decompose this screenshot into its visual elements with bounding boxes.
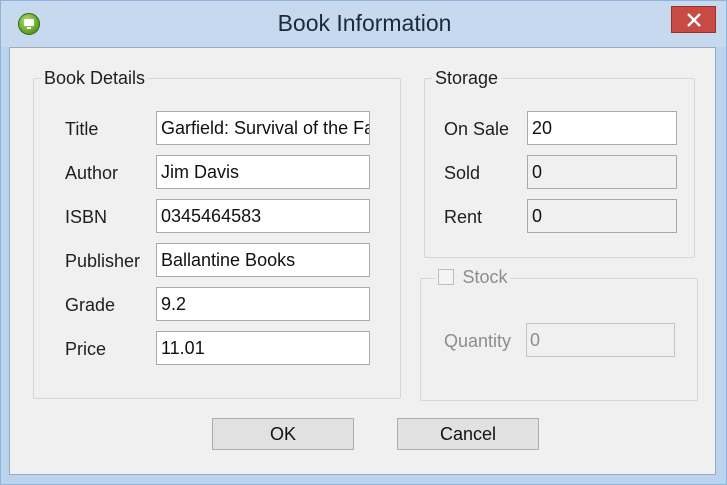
dialog-body: Book Details Title Garfield: Survival of… — [9, 47, 716, 475]
title-field[interactable]: Garfield: Survival of the Fattest — [156, 111, 370, 145]
quantity-field[interactable]: 0 — [526, 323, 675, 357]
rent-field[interactable]: 0 — [527, 199, 677, 233]
publisher-field[interactable]: Ballantine Books — [156, 243, 370, 277]
sold-label: Sold — [444, 163, 481, 183]
grade-label: Grade — [65, 295, 116, 315]
title-bar[interactable]: Book Information — [1, 1, 726, 47]
close-icon — [687, 13, 701, 27]
rent-label: Rent — [444, 207, 483, 227]
book-information-window: Book Information Book Details Title Garf… — [0, 0, 727, 485]
stock-legend: Stock — [435, 267, 511, 289]
close-button[interactable] — [671, 6, 716, 33]
stock-checkbox[interactable] — [438, 269, 454, 285]
book-details-legend: Book Details — [41, 68, 149, 89]
window-title: Book Information — [277, 10, 452, 36]
ok-button[interactable]: OK — [212, 418, 354, 450]
isbn-label: ISBN — [65, 207, 108, 227]
grade-field[interactable]: 9.2 — [156, 287, 370, 321]
publisher-label: Publisher — [65, 251, 141, 271]
storage-legend: Storage — [432, 68, 502, 89]
on-sale-label: On Sale — [444, 119, 510, 139]
quantity-label: Quantity — [444, 331, 512, 351]
on-sale-field[interactable]: 20 — [527, 111, 677, 145]
isbn-field[interactable]: 0345464583 — [156, 199, 370, 233]
price-label: Price — [65, 339, 107, 359]
title-label: Title — [65, 119, 99, 139]
price-field[interactable]: 11.01 — [156, 331, 370, 365]
author-field[interactable]: Jim Davis — [156, 155, 370, 189]
author-label: Author — [65, 163, 119, 183]
sold-field[interactable]: 0 — [527, 155, 677, 189]
cancel-button[interactable]: Cancel — [397, 418, 539, 450]
stock-label: Stock — [462, 267, 508, 287]
